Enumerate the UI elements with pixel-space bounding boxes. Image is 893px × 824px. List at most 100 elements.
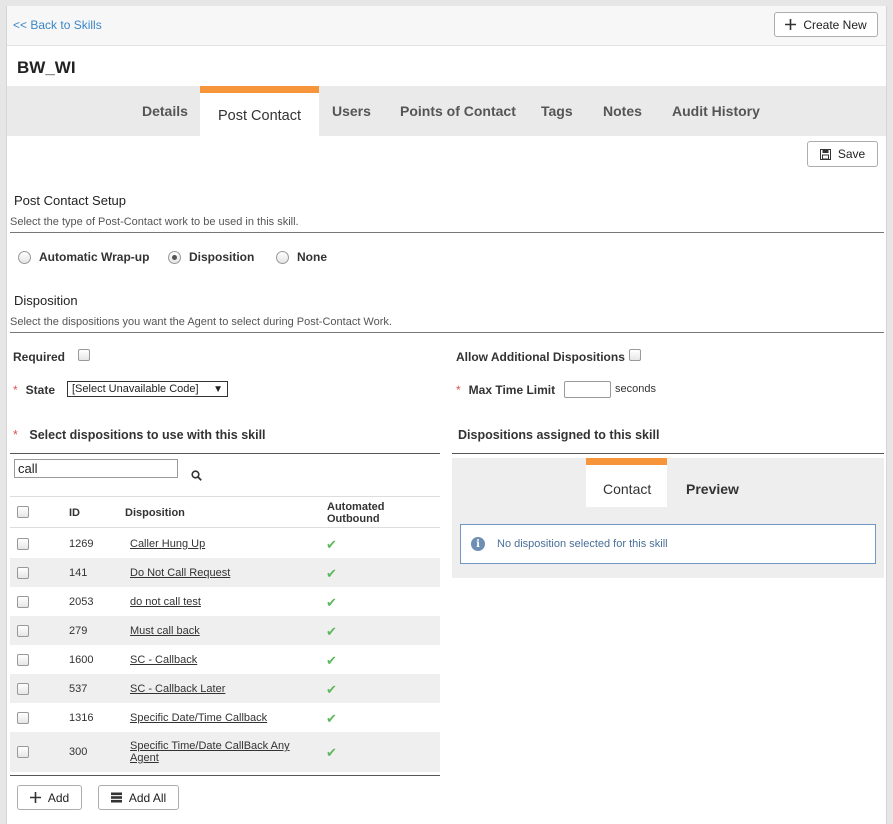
tab-points-of-contact[interactable]: Points of Contact <box>400 103 516 119</box>
required-checkbox[interactable] <box>78 349 90 361</box>
check-icon: ✔ <box>326 745 337 760</box>
disposition-search-input[interactable] <box>14 459 178 478</box>
info-icon: i <box>471 537 485 551</box>
tab-notes[interactable]: Notes <box>603 103 642 119</box>
table-row[interactable]: 141 Do Not Call Request ✔ <box>10 558 440 587</box>
cell-id: 1600 <box>69 654 94 666</box>
table-row[interactable]: 279 Must call back ✔ <box>10 616 440 645</box>
radio-button[interactable] <box>276 250 289 264</box>
create-new-label: Create New <box>803 17 867 32</box>
table-row[interactable]: 2053 do not call test ✔ <box>10 587 440 616</box>
row-checkbox[interactable] <box>17 567 29 579</box>
row-checkbox[interactable] <box>17 746 29 758</box>
radio-button[interactable] <box>18 250 31 264</box>
divider <box>10 232 884 233</box>
max-time-unit: seconds <box>615 383 656 395</box>
cell-disposition-link[interactable]: do not call test <box>130 596 305 608</box>
column-header-disposition: Disposition <box>125 507 185 519</box>
top-bar: << Back to Skills Create New <box>7 6 886 46</box>
row-checkbox[interactable] <box>17 712 29 724</box>
page-title: BW_WI <box>17 58 76 77</box>
table-row[interactable]: 1269 Caller Hung Up ✔ <box>10 529 440 558</box>
plus-icon <box>29 792 41 803</box>
cell-disposition-link[interactable]: Specific Time/Date CallBack Any Agent <box>130 740 305 764</box>
select-dispositions-title-wrap: * Select dispositions to use with this s… <box>13 428 266 442</box>
state-select-value: [Select Unavailable Code] <box>72 383 199 395</box>
cell-id: 1269 <box>69 538 94 550</box>
check-icon: ✔ <box>326 653 337 668</box>
disposition-title: Disposition <box>14 293 78 308</box>
add-all-button[interactable]: Add All <box>98 785 179 810</box>
add-label: Add <box>47 790 70 805</box>
skill-editor-window: << Back to Skills Create New BW_WI Detai… <box>6 6 887 824</box>
allow-additional-checkbox[interactable] <box>629 349 641 361</box>
disposition-subtitle: Select the dispositions you want the Age… <box>10 316 392 328</box>
post-contact-setup-subtitle: Select the type of Post-Contact work to … <box>10 216 299 228</box>
required-asterisk: * <box>13 383 18 397</box>
radio-button-checked[interactable] <box>168 250 181 264</box>
radio-automatic-wrap-up[interactable]: Automatic Wrap-up <box>18 250 149 264</box>
state-label-text: State <box>25 383 56 397</box>
create-new-button[interactable]: Create New <box>774 12 878 37</box>
required-label: Required <box>13 350 66 364</box>
cell-id: 141 <box>69 567 88 579</box>
check-icon: ✔ <box>326 595 337 610</box>
back-to-skills-link[interactable]: << Back to Skills <box>13 18 102 32</box>
list-icon <box>110 792 122 803</box>
add-all-label: Add All <box>128 790 167 805</box>
required-asterisk: * <box>456 383 461 397</box>
table-row[interactable]: 1316 Specific Date/Time Callback ✔ <box>10 703 440 732</box>
max-time-label-text: Max Time Limit <box>468 383 556 397</box>
cell-disposition-link[interactable]: Caller Hung Up <box>130 538 305 550</box>
tab-tags[interactable]: Tags <box>541 103 573 119</box>
row-checkbox[interactable] <box>17 654 29 666</box>
column-header-automated-outbound: Automated Outbound <box>327 501 385 525</box>
max-time-input[interactable] <box>564 381 611 398</box>
row-checkbox[interactable] <box>17 683 29 695</box>
save-button[interactable]: Save <box>807 141 878 167</box>
post-contact-setup-title: Post Contact Setup <box>14 193 127 208</box>
floppy-disk-icon <box>819 148 831 160</box>
row-checkbox[interactable] <box>17 625 29 637</box>
assigned-dispositions-panel: Contact Preview i No disposition selecte… <box>452 458 884 578</box>
radio-none[interactable]: None <box>276 250 327 264</box>
state-select[interactable]: [Select Unavailable Code] ▼ <box>67 381 228 397</box>
column-header-id: ID <box>69 507 80 519</box>
table-row[interactable]: 537 SC - Callback Later ✔ <box>10 674 440 703</box>
check-icon: ✔ <box>326 566 337 581</box>
cell-disposition-link[interactable]: SC - Callback Later <box>130 683 305 695</box>
radio-disposition[interactable]: Disposition <box>168 250 254 264</box>
table-row[interactable]: 1600 SC - Callback ✔ <box>10 645 440 674</box>
cell-id: 537 <box>69 683 88 695</box>
check-icon: ✔ <box>326 624 337 639</box>
check-icon: ✔ <box>326 537 337 552</box>
select-dispositions-title: Select dispositions to use with this ski… <box>29 428 266 442</box>
table-header: ID Disposition Automated Outbound <box>10 496 440 528</box>
check-icon: ✔ <box>326 711 337 726</box>
cell-disposition-link[interactable]: Do Not Call Request <box>130 567 305 579</box>
tab-audit-history[interactable]: Audit History <box>672 103 760 119</box>
cell-disposition-link[interactable]: SC - Callback <box>130 654 305 666</box>
tab-users[interactable]: Users <box>332 103 371 119</box>
row-checkbox[interactable] <box>17 538 29 550</box>
cell-id: 300 <box>69 746 88 758</box>
divider <box>452 453 884 454</box>
cell-disposition-link[interactable]: Must call back <box>130 625 305 637</box>
divider <box>10 332 884 333</box>
tab-contact[interactable]: Contact <box>586 458 667 507</box>
row-checkbox[interactable] <box>17 596 29 608</box>
plus-icon <box>785 19 797 30</box>
search-icon[interactable] <box>191 470 202 481</box>
tab-post-contact[interactable]: Post Contact <box>200 86 320 136</box>
table-row[interactable]: 300 Specific Time/Date CallBack Any Agent… <box>10 732 440 772</box>
assigned-dispositions-title: Dispositions assigned to this skill <box>458 428 660 442</box>
tab-preview[interactable]: Preview <box>686 481 739 497</box>
save-label: Save <box>837 147 866 161</box>
cell-disposition-link[interactable]: Specific Date/Time Callback <box>130 712 305 724</box>
add-button[interactable]: Add <box>17 785 82 810</box>
check-icon: ✔ <box>326 682 337 697</box>
max-time-field-label: * Max Time Limit <box>456 383 555 397</box>
tab-details[interactable]: Details <box>142 103 188 119</box>
select-all-checkbox[interactable] <box>17 506 29 518</box>
radio-label: Disposition <box>189 250 255 264</box>
